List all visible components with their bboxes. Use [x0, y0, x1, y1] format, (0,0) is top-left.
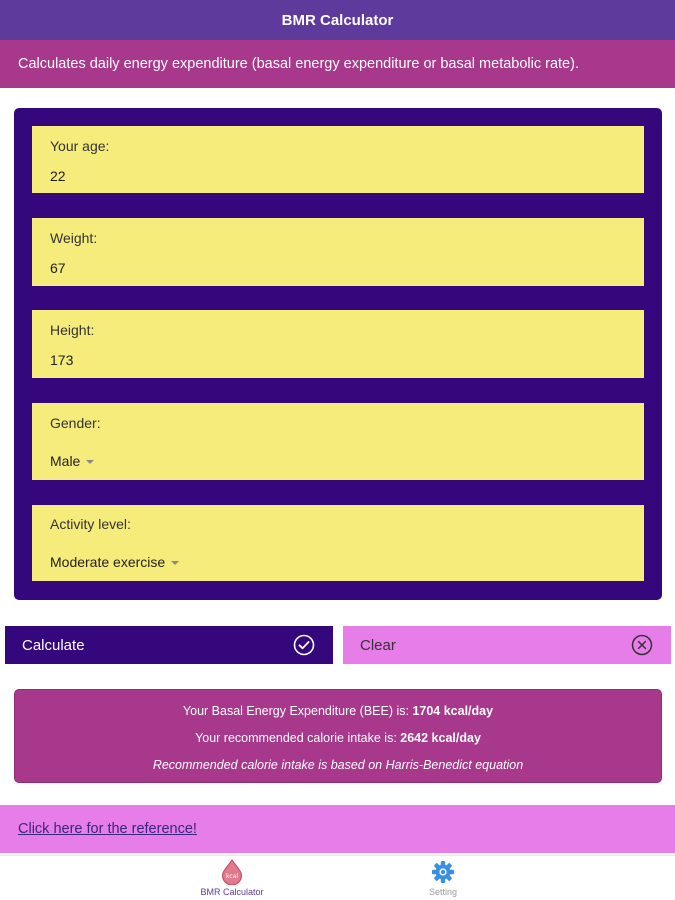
- weight-input[interactable]: 67: [50, 260, 66, 276]
- check-circle-icon: [293, 634, 315, 656]
- calculate-button-label: Calculate: [22, 636, 85, 654]
- gender-select[interactable]: Male: [50, 453, 95, 469]
- result-card: Your Basal Energy Expenditure (BEE) is: …: [14, 689, 662, 783]
- intake-value: 2642 kcal/day: [400, 731, 481, 745]
- activity-label: Activity level:: [50, 516, 131, 532]
- clear-button-label: Clear: [360, 636, 396, 654]
- chevron-down-icon: [86, 460, 95, 465]
- reference-bar: Click here for the reference!: [0, 805, 675, 853]
- tab-bmr-calculator-label: BMR Calculator: [200, 887, 264, 897]
- gender-selected-value: Male: [50, 453, 81, 469]
- app-title: BMR Calculator: [281, 11, 394, 29]
- height-input[interactable]: 173: [50, 352, 73, 368]
- intake-label: Your recommended calorie intake is:: [195, 731, 401, 745]
- intake-result: Your recommended calorie intake is: 2642…: [15, 731, 661, 745]
- gender-label: Gender:: [50, 415, 101, 431]
- age-label: Your age:: [50, 138, 110, 154]
- bottom-tab-bar: kcal BMR Calculator Setting: [0, 855, 675, 900]
- equation-note: Recommended calorie intake is based on H…: [152, 758, 524, 772]
- age-field[interactable]: Your age: 22: [32, 126, 644, 193]
- gender-field[interactable]: Gender: Male: [32, 403, 644, 480]
- activity-select[interactable]: Moderate exercise: [50, 554, 180, 570]
- activity-field[interactable]: Activity level: Moderate exercise: [32, 505, 644, 581]
- kcal-drop-icon: kcal: [221, 859, 243, 885]
- weight-label: Weight:: [50, 230, 98, 246]
- height-label: Height:: [50, 322, 95, 338]
- reference-link[interactable]: Click here for the reference!: [18, 821, 197, 837]
- age-input[interactable]: 22: [50, 168, 66, 184]
- bee-result: Your Basal Energy Expenditure (BEE) is: …: [15, 704, 661, 718]
- bee-value: 1704 kcal/day: [412, 704, 494, 718]
- weight-field[interactable]: Weight: 67: [32, 218, 644, 286]
- height-field[interactable]: Height: 173: [32, 310, 644, 378]
- calculate-button[interactable]: Calculate: [5, 626, 333, 664]
- gear-icon: [432, 861, 454, 883]
- close-circle-icon: [631, 634, 653, 656]
- tab-setting[interactable]: Setting: [383, 856, 503, 900]
- description-text: Calculates daily energy expenditure (bas…: [18, 56, 579, 72]
- input-form-card: Your age: 22 Weight: 67 Height: 173 Gend…: [14, 108, 662, 600]
- chevron-down-icon: [171, 561, 180, 566]
- tab-setting-label: Setting: [428, 887, 458, 897]
- app-title-bar: BMR Calculator: [0, 0, 675, 40]
- bee-label: Your Basal Energy Expenditure (BEE) is:: [182, 704, 413, 718]
- clear-button[interactable]: Clear: [343, 626, 671, 664]
- kcal-badge-text: kcal: [226, 873, 238, 880]
- tab-bmr-calculator[interactable]: kcal BMR Calculator: [172, 856, 292, 900]
- description-banner: Calculates daily energy expenditure (bas…: [0, 40, 675, 88]
- activity-selected-value: Moderate exercise: [50, 554, 166, 570]
